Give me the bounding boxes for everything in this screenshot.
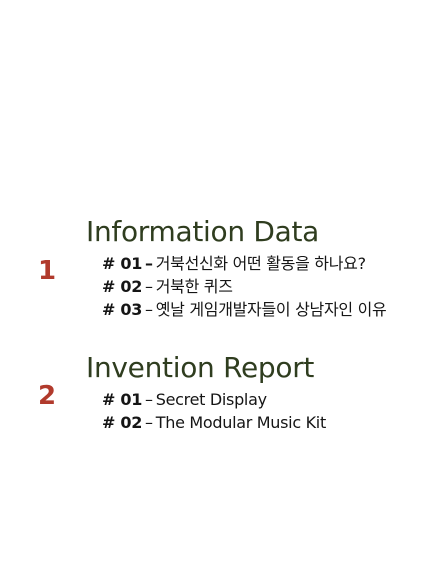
list-item: # 02– 거북한 퀴즈 [102,275,386,298]
item-dash: – [145,300,153,319]
section-item-list: # 01– 거북선신화 어떤 활동을 하나요? # 02– 거북한 퀴즈 # 03–… [102,252,387,321]
section-number: 1 [38,256,57,286]
section-title: Information Data [86,215,320,248]
item-code: # 02 [102,413,143,432]
item-code: # 02 [102,277,143,296]
list-item: # 01– 거북선신화 어떤 활동을 하나요? [102,252,386,275]
item-code: # 03 [102,300,143,319]
section-item-list: # 01– Secret Display # 02– The Modular Mus… [102,388,326,434]
item-dash: – [145,277,153,296]
item-code: # 01 [102,254,143,273]
item-code: # 01 [102,390,143,409]
item-text: 옛날 게임개발자들이 상남자인 이유 [155,300,387,319]
section-number: 2 [38,381,57,411]
item-text: 거북한 퀴즈 [155,277,233,296]
item-dash: – [145,254,153,273]
item-dash: – [145,413,153,432]
list-item: # 03– 옛날 게임개발자들이 상남자인 이유 [102,298,387,321]
item-text: The Modular Music Kit [155,413,326,432]
list-item: # 02– The Modular Music Kit [102,411,326,434]
item-dash: – [145,390,153,409]
item-text: 거북선신화 어떤 활동을 하나요? [155,254,366,273]
section-title: Invention Report [86,351,315,384]
item-text: Secret Display [155,390,267,409]
list-item: # 01– Secret Display [102,388,326,411]
